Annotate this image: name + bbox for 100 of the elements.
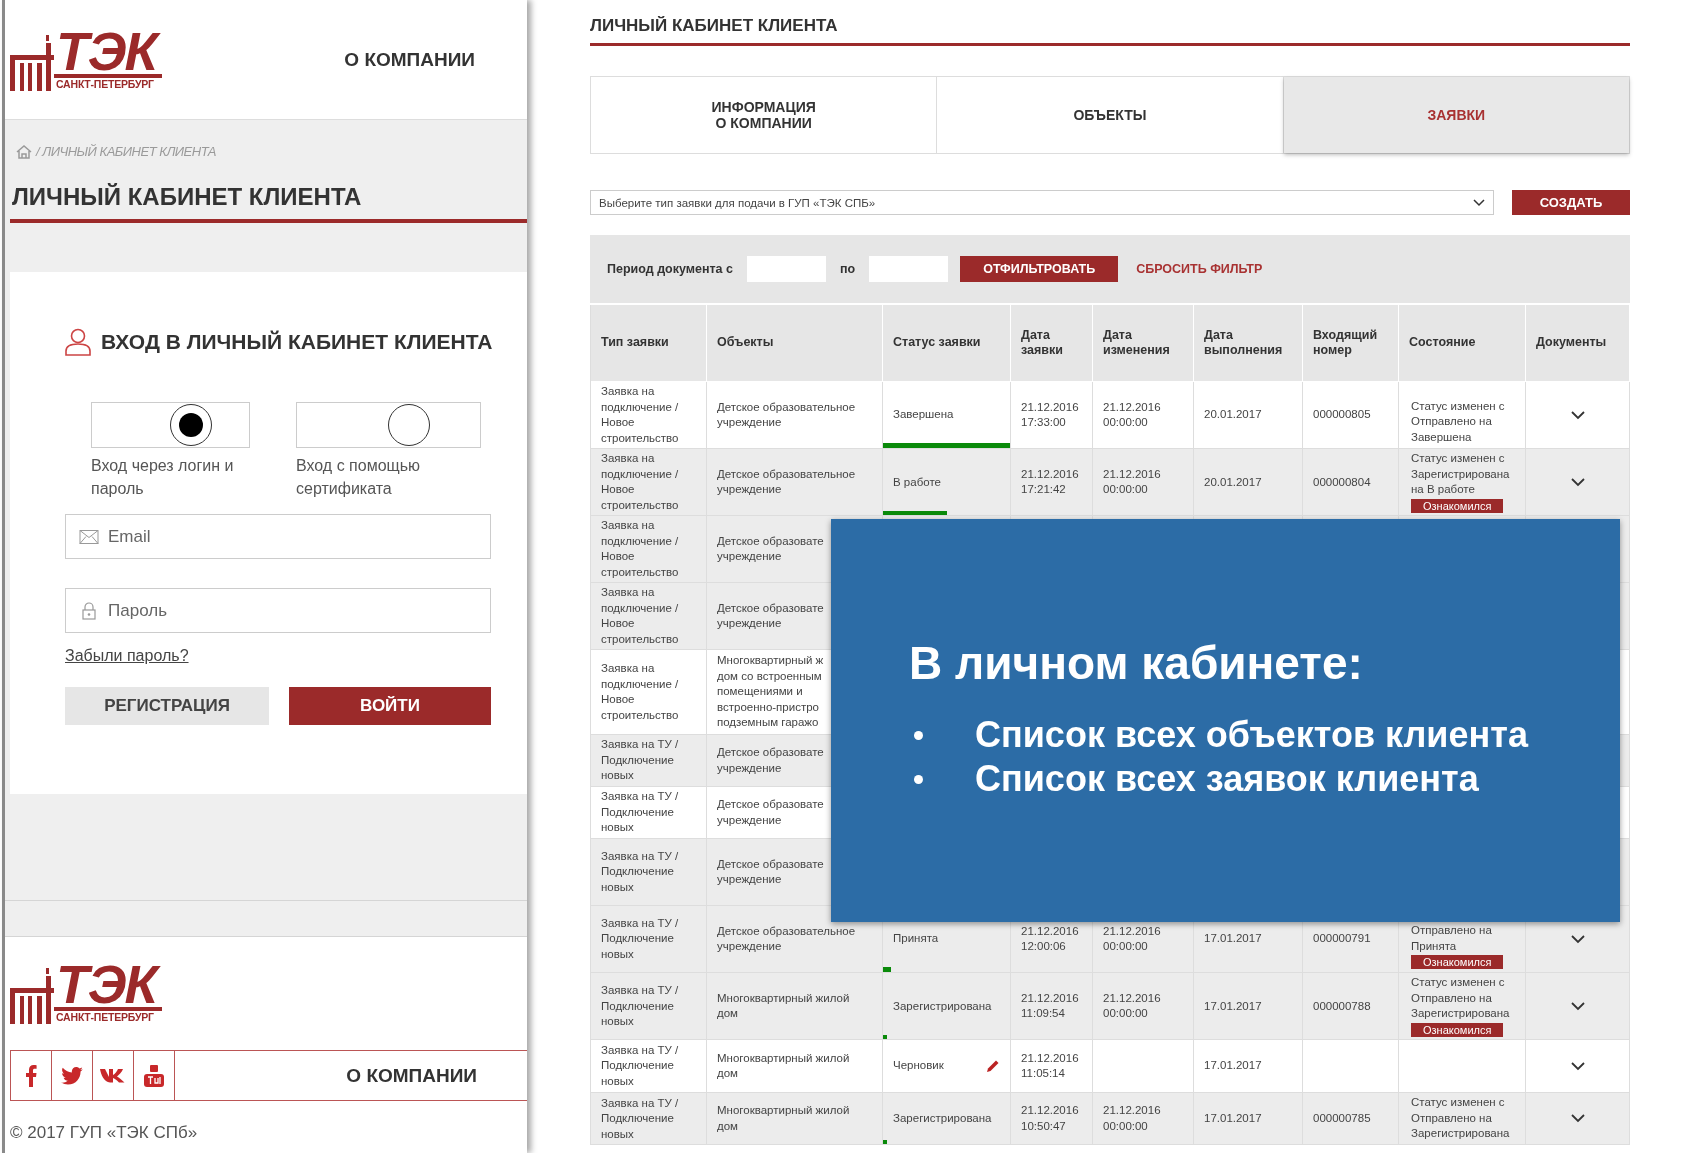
twitter-icon[interactable] xyxy=(61,1066,83,1085)
table-cell: 21.12.2016 11:05:14 xyxy=(1011,1040,1093,1092)
copyright: © 2017 ГУП «ТЭК СПб» xyxy=(10,1123,199,1143)
radio-button[interactable] xyxy=(91,402,250,448)
filter-label: по xyxy=(840,262,856,276)
status-badge: Ознакомился xyxy=(1411,1022,1504,1037)
state-text: Статус изменен с Отправлено на Зарегистрирована xyxy=(1411,975,1511,1021)
table-cell: 20.01.2017 xyxy=(1194,382,1303,448)
table-cell: Заявка на ТУ / Подключение новых xyxy=(591,839,707,905)
user-icon xyxy=(65,328,91,356)
state-text: Статус изменен с Зарегистрирована на В работе xyxy=(1411,451,1511,497)
table-cell: 20.01.2017 xyxy=(1194,449,1303,515)
filter-button[interactable]: ОТФИЛЬТРОВАТЬ xyxy=(960,256,1119,282)
table-cell: 21.12.2016 11:09:54 xyxy=(1011,973,1093,1039)
table-cell: 17.01.2017 xyxy=(1194,973,1303,1039)
create-button[interactable]: СОЗДАТЬ xyxy=(1512,190,1630,215)
status-text: Завершена xyxy=(893,407,954,423)
chevron-down-icon xyxy=(1473,198,1485,207)
logo-columns-icon xyxy=(10,35,54,91)
table-cell: Детское образовательное учреждение xyxy=(707,382,883,448)
logo-wordmark: ТЭК xyxy=(54,961,162,1011)
status-text: Зарегистрирована xyxy=(893,998,992,1014)
table-cell: 21.12.2016 00:00:00 xyxy=(1093,1093,1194,1144)
table-cell: Детское образовательное учреждение xyxy=(707,449,883,515)
state-text: Отправлено на Принята xyxy=(1411,923,1493,954)
column-header: Объекты xyxy=(707,305,883,381)
column-header: Дата изменения xyxy=(1093,305,1194,381)
page-title: ЛИЧНЫЙ КАБИНЕТ КЛИЕНТА xyxy=(590,0,1630,46)
status-text: Принята xyxy=(893,931,939,947)
table-cell: Заявка на подключение / Новое строительство xyxy=(591,650,707,734)
radio-label: Вход с помощью сертификата xyxy=(296,456,422,499)
column-header: Состояние xyxy=(1399,305,1526,381)
table-cell: 21.12.2016 17:21:42 xyxy=(1011,449,1093,515)
table-cell: 17.01.2017 xyxy=(1194,1093,1303,1144)
table-cell: 21.12.2016 00:00:00 xyxy=(1093,382,1194,448)
chevron-down-icon[interactable] xyxy=(1570,1114,1585,1124)
register-button[interactable]: РЕГИСТРАЦИЯ xyxy=(65,687,269,725)
bullet-icon xyxy=(914,774,923,784)
nav-link[interactable]: О КОМПАНИИ xyxy=(344,48,475,71)
chevron-down-icon[interactable] xyxy=(1570,477,1585,487)
table-cell: Многоквартирный жилой дом xyxy=(707,1093,883,1144)
table-cell: 21.12.2016 10:50:47 xyxy=(1011,1093,1093,1144)
logo-city: САНКТ-ПЕТЕРБУРГ xyxy=(56,78,154,91)
request-type-select[interactable]: Выберите тип заявки для подачи в ГУП «ТЭК СПБ» xyxy=(590,190,1494,215)
email-field[interactable]: Email xyxy=(65,514,491,559)
column-header: Входящий номер xyxy=(1303,305,1399,381)
lock-icon xyxy=(79,601,99,620)
bullet-text: Список всех заявок клиента xyxy=(975,759,1479,799)
chevron-down-icon[interactable] xyxy=(1570,410,1585,420)
tab[interactable]: ЗАЯВКИ xyxy=(1283,77,1629,153)
table-cell: 21.12.2016 00:00:00 xyxy=(1093,973,1194,1039)
status-badge: Ознакомился xyxy=(1411,955,1504,969)
status-badge: Ознакомился xyxy=(1411,498,1504,513)
table-cell: Заявка на ТУ / Подключение новых xyxy=(591,1040,707,1092)
filter-label: Период документа с xyxy=(607,262,733,276)
date-to-field[interactable] xyxy=(869,256,949,282)
logo-city: САНКТ-ПЕТЕРБУРГ xyxy=(56,1011,154,1024)
reset-filter-link[interactable]: СБРОСИТЬ ФИЛЬТР xyxy=(1136,262,1263,276)
state-text: Статус изменен с Отправлено на Завершена xyxy=(1411,398,1506,445)
breadcrumb: / ЛИЧНЫЙ КАБИНЕТ КЛИЕНТА xyxy=(36,144,216,159)
radio-button[interactable] xyxy=(296,402,481,448)
page-title: ЛИЧНЫЙ КАБИНЕТ КЛИЕНТА xyxy=(10,183,527,223)
state-text: Статус изменен с Отправлено на Зарегистрирована xyxy=(1411,1095,1511,1141)
select-prompt: Выберите тип заявки для подачи в ГУП «ТЭК СПБ» xyxy=(599,196,876,209)
forgot-password-link[interactable]: Забыли пароль? xyxy=(65,647,189,665)
chevron-down-icon[interactable] xyxy=(1570,934,1585,944)
table-cell: 17.01.2017 xyxy=(1194,1040,1303,1092)
table-cell: Заявка на ТУ / Подключение новых xyxy=(591,735,707,786)
chevron-down-icon[interactable] xyxy=(1570,1001,1585,1011)
table-cell: 000000785 xyxy=(1303,1093,1399,1144)
column-header: Статус заявки xyxy=(883,305,1011,381)
table-cell: 000000805 xyxy=(1303,382,1399,448)
facebook-icon[interactable] xyxy=(25,1064,37,1087)
video-icon[interactable] xyxy=(144,1064,164,1087)
date-from-field[interactable] xyxy=(747,256,826,282)
vk-icon[interactable] xyxy=(100,1068,126,1083)
table-cell: Заявка на подключение / Новое строительство xyxy=(591,382,707,448)
bullet-icon xyxy=(914,730,923,740)
column-header: Дата выполнения xyxy=(1194,305,1303,381)
status-text: В работе xyxy=(893,474,941,490)
chevron-down-icon[interactable] xyxy=(1570,1061,1585,1071)
pencil-icon[interactable] xyxy=(986,1059,1000,1073)
column-header: Документы xyxy=(1526,305,1630,381)
radio-label: Вход через логин и пароль xyxy=(91,456,235,499)
bullet-text: Список всех объектов клиента xyxy=(975,715,1528,755)
table-cell: 21.12.2016 17:33:00 xyxy=(1011,382,1093,448)
password-field[interactable]: Пароль xyxy=(65,588,491,633)
envelope-icon xyxy=(79,529,99,544)
login-heading: ВХОД В ЛИЧНЫЙ КАБИНЕТ КЛИЕНТА xyxy=(101,330,493,354)
nav-link[interactable]: О КОМПАНИИ xyxy=(346,1064,477,1087)
table-cell: Заявка на подключение / Новое строительство xyxy=(591,583,707,649)
overlay-heading: В личном кабинете: xyxy=(909,637,1364,689)
logo-columns-icon xyxy=(10,968,54,1024)
table-cell: Заявка на подключение / Новое строительство xyxy=(591,516,707,582)
table-cell: Заявка на ТУ / Подключение новых xyxy=(591,973,707,1039)
status-text: Зарегистрирована xyxy=(893,1111,992,1126)
table-cell: 000000804 xyxy=(1303,449,1399,515)
table-cell: Многоквартирный жилой дом xyxy=(707,1040,883,1092)
login-button[interactable]: ВОЙТИ xyxy=(289,687,491,725)
table-cell: 000000788 xyxy=(1303,973,1399,1039)
